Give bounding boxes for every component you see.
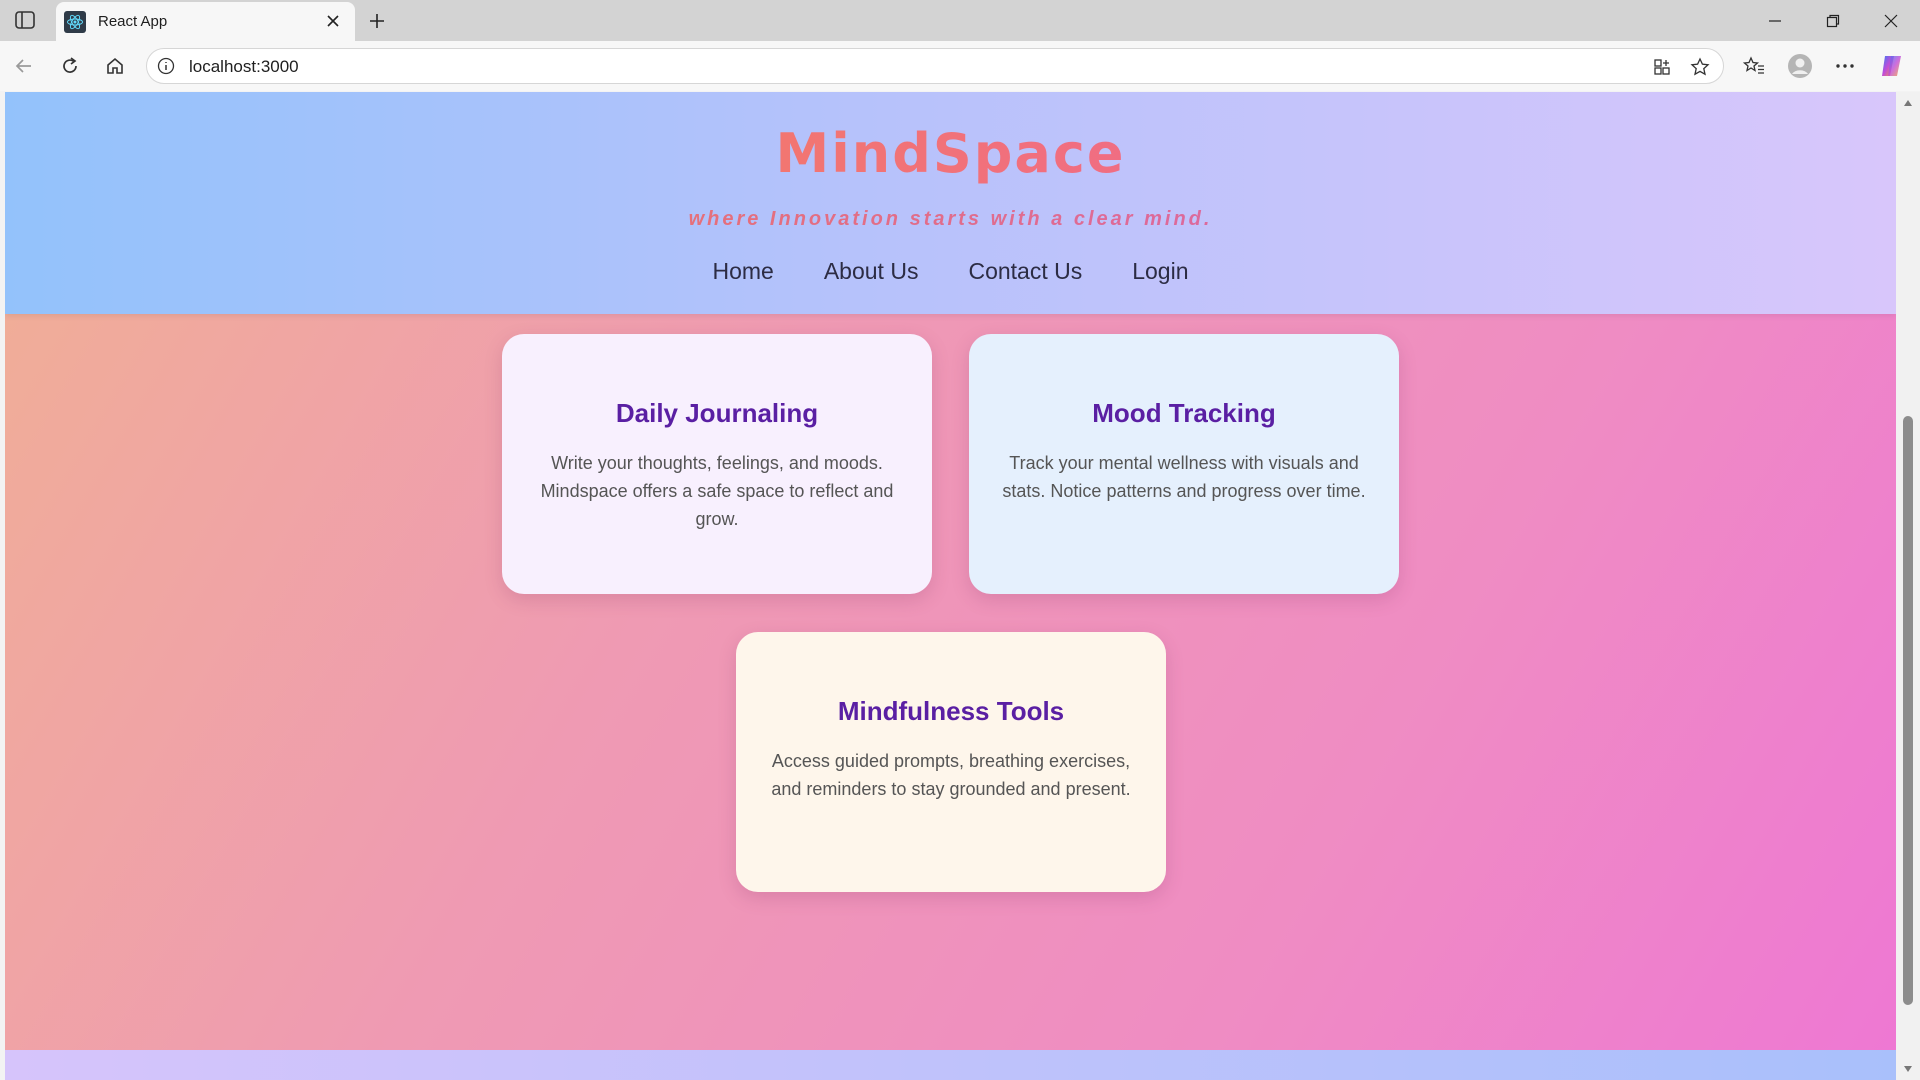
browser-toolbar: localhost:3000 (0, 41, 1920, 91)
nav-login-link[interactable]: Login (1132, 258, 1188, 285)
react-logo-icon (64, 10, 86, 33)
tab-title: React App (98, 13, 168, 30)
scroll-up-arrow-icon[interactable] (1901, 96, 1915, 110)
nav-contact-link[interactable]: Contact Us (968, 258, 1082, 285)
card-title: Daily Journaling (615, 398, 819, 428)
url-text[interactable]: localhost:3000 (189, 57, 299, 77)
sidebar-toggle-icon[interactable] (12, 9, 38, 31)
nav-about-link[interactable]: About Us (824, 258, 919, 285)
favorite-star-icon[interactable] (1688, 55, 1712, 79)
copilot-icon[interactable] (1878, 52, 1906, 80)
restore-icon[interactable] (1818, 8, 1848, 34)
site-info-icon[interactable] (157, 57, 175, 75)
minimize-icon[interactable] (1760, 8, 1790, 34)
nav-home-link[interactable]: Home (712, 258, 773, 285)
page-viewport: MindSpace where Innovation starts with a… (5, 92, 1896, 1080)
new-tab-icon[interactable] (364, 8, 390, 34)
app-available-icon[interactable] (1650, 55, 1674, 79)
back-arrow-icon[interactable] (10, 52, 38, 80)
card-description: Access guided prompts, breathing exercis… (771, 751, 1131, 799)
tagline: where Innovation starts with a clear min… (5, 208, 1896, 231)
more-options-icon[interactable] (1831, 52, 1859, 80)
site-header: MindSpace where Innovation starts with a… (5, 92, 1896, 314)
browser-tab-strip: React App (0, 0, 1920, 41)
feature-card-journaling: Daily Journaling Write your thoughts, fe… (502, 334, 932, 594)
brand-wrap: MindSpace (5, 92, 1896, 192)
favorites-list-icon[interactable] (1740, 52, 1768, 80)
profile-avatar-icon[interactable] (1786, 52, 1814, 80)
feature-section: Daily Journaling Write your thoughts, fe… (5, 314, 1896, 1050)
browser-tab[interactable]: React App (56, 2, 355, 41)
footer-strip (5, 1050, 1896, 1080)
address-bar[interactable]: localhost:3000 (146, 48, 1724, 84)
page-scrollbar[interactable] (1896, 92, 1920, 1080)
feature-card-mindfulness: Mindfulness Tools Access guided prompts,… (736, 632, 1166, 892)
close-tab-icon[interactable] (323, 11, 343, 31)
scroll-down-arrow-icon[interactable] (1901, 1062, 1915, 1076)
scrollbar-thumb[interactable] (1903, 416, 1913, 1005)
card-description: Track your mental wellness with visuals … (1002, 453, 1366, 501)
home-icon[interactable] (101, 52, 129, 80)
close-window-icon[interactable] (1876, 8, 1906, 34)
card-title: Mindfulness Tools (837, 696, 1065, 726)
card-title: Mood Tracking (1092, 398, 1276, 428)
card-description: Write your thoughts, feelings, and moods… (540, 453, 894, 529)
brand-title[interactable]: MindSpace (5, 122, 1896, 185)
reload-icon[interactable] (56, 52, 84, 80)
main-nav: Home About Us Contact Us Login (5, 258, 1896, 285)
feature-card-mood-tracking: Mood Tracking Track your mental wellness… (969, 334, 1399, 594)
